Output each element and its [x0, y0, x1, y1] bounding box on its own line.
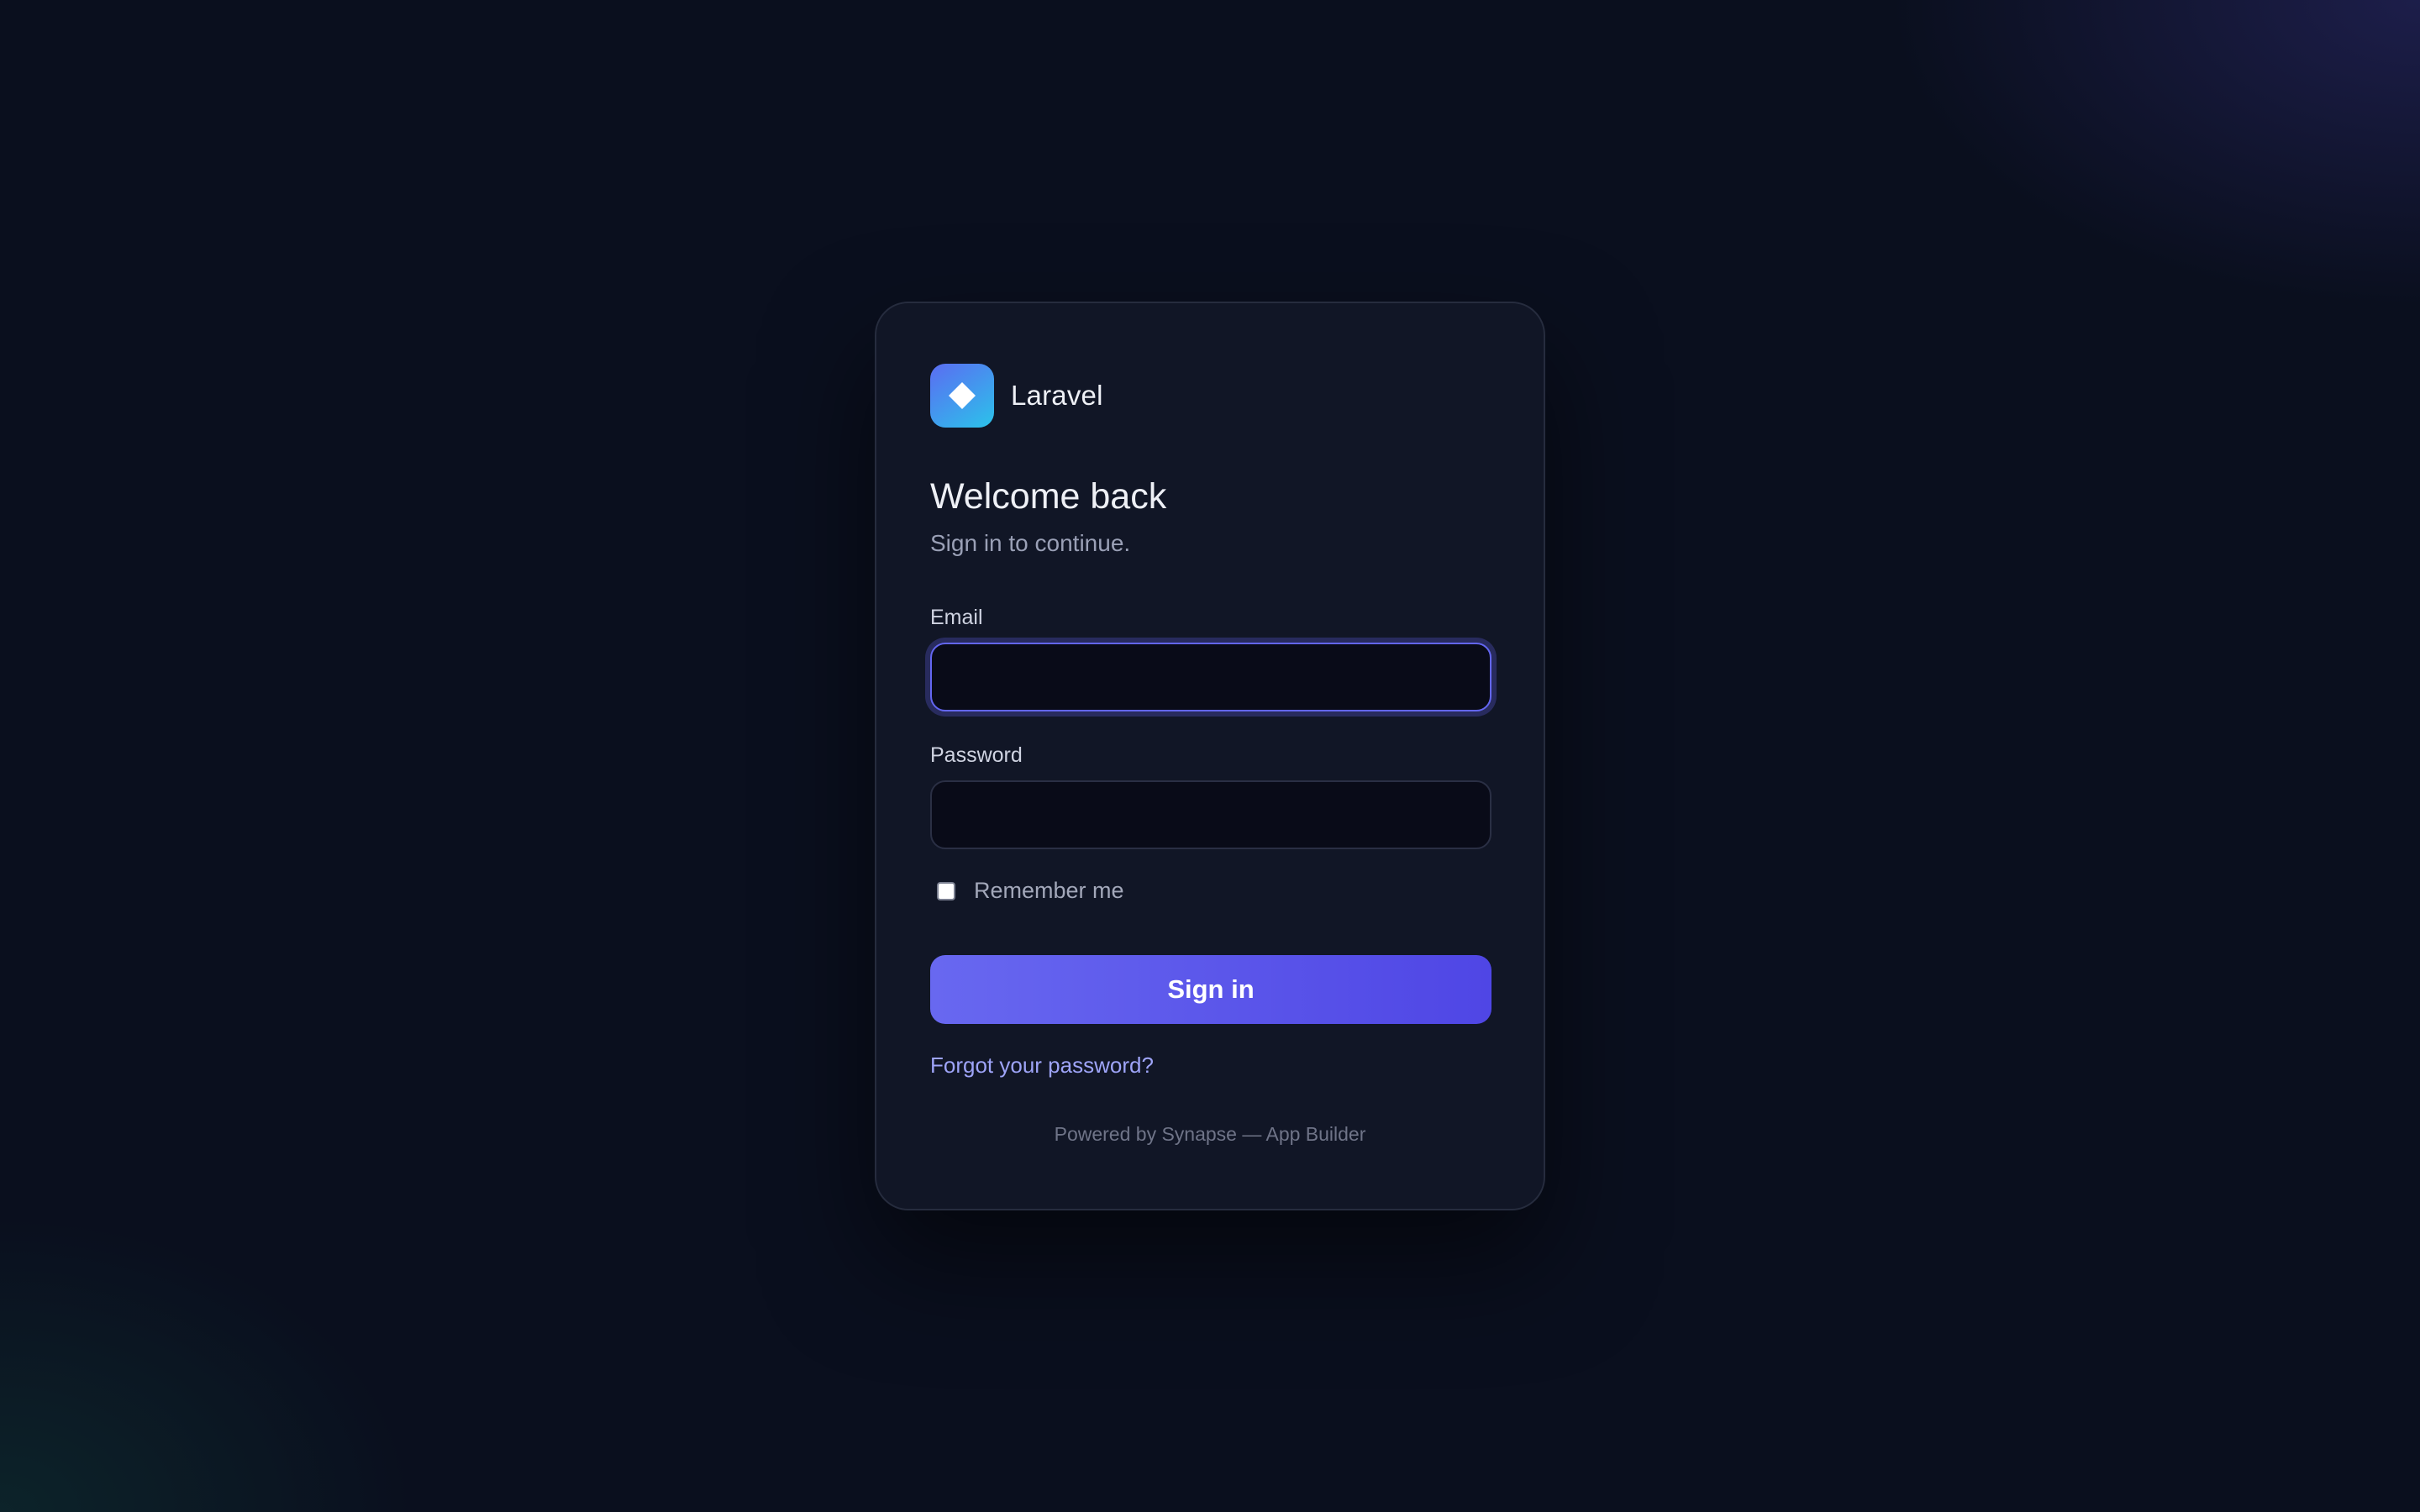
password-field[interactable]	[930, 780, 1491, 849]
diamond-icon	[949, 382, 976, 409]
remember-me-row[interactable]: Remember me	[937, 878, 1124, 904]
powered-by-footer: Powered by Synapse — App Builder	[1054, 1123, 1366, 1145]
brand-header: Laravel	[930, 364, 1103, 428]
page-subtitle: Sign in to continue.	[930, 530, 1131, 556]
brand-name: Laravel	[1011, 380, 1103, 411]
remember-me-label[interactable]: Remember me	[974, 878, 1124, 904]
email-field[interactable]	[930, 643, 1491, 711]
login-card: Laravel Welcome back Sign in to continue…	[875, 302, 1545, 1210]
sign-in-button[interactable]: Sign in	[930, 955, 1491, 1024]
forgot-password-link[interactable]: Forgot your password?	[930, 1053, 1154, 1079]
email-label: Email	[930, 606, 983, 629]
page-title: Welcome back	[930, 476, 1167, 517]
password-label: Password	[930, 743, 1023, 767]
remember-me-checkbox[interactable]	[937, 881, 955, 900]
app-logo	[930, 364, 994, 428]
